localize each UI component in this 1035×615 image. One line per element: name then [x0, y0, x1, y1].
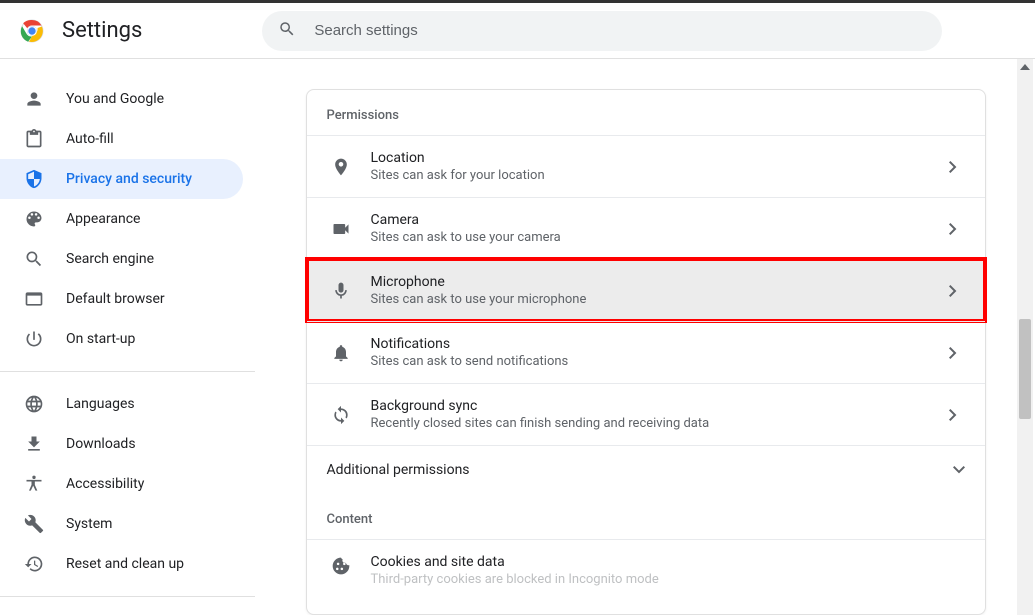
location-icon — [327, 157, 355, 177]
permission-title: Camera — [371, 212, 949, 228]
sidebar-item-extensions[interactable]: Extensions — [0, 609, 255, 615]
permission-subtitle: Recently closed sites can finish sending… — [371, 416, 949, 431]
sidebar-item-label: Reset and clean up — [66, 556, 184, 572]
permission-row-background-sync[interactable]: Background sync Recently closed sites ca… — [307, 383, 985, 445]
sidebar-item-label: Languages — [66, 396, 135, 412]
permission-row-location[interactable]: Location Sites can ask for your location — [307, 135, 985, 197]
header-bar: Settings — [0, 3, 1035, 59]
accessibility-icon — [24, 474, 44, 494]
chevron-down-icon — [953, 462, 965, 478]
permission-subtitle: Sites can ask to use your microphone — [371, 292, 949, 307]
clipboard-icon — [24, 129, 44, 149]
person-icon — [24, 89, 44, 109]
permission-row-microphone[interactable]: Microphone Sites can ask to use your mic… — [307, 259, 985, 321]
vertical-scrollbar[interactable] — [1017, 59, 1033, 615]
permission-row-notifications[interactable]: Notifications Sites can ask to send noti… — [307, 321, 985, 383]
microphone-icon — [327, 281, 355, 301]
permission-title: Location — [371, 150, 949, 166]
permission-title: Microphone — [371, 274, 949, 290]
permission-subtitle: Sites can ask to use your camera — [371, 230, 949, 245]
sidebar-item-label: Accessibility — [66, 476, 144, 492]
sidebar-item-privacy-security[interactable]: Privacy and security — [0, 159, 243, 199]
page-title: Settings — [62, 18, 142, 43]
sidebar-item-label: Search engine — [66, 251, 154, 267]
camera-icon — [327, 219, 355, 239]
sidebar-item-label: System — [66, 516, 112, 532]
content-row-title: Cookies and site data — [371, 554, 965, 570]
chevron-right-icon — [949, 347, 965, 359]
scrollbar-thumb[interactable] — [1019, 319, 1031, 419]
permission-row-camera[interactable]: Camera Sites can ask to use your camera — [307, 197, 985, 259]
permission-subtitle: Sites can ask to send notifications — [371, 354, 949, 369]
search-container[interactable] — [262, 11, 942, 51]
chevron-right-icon — [949, 285, 965, 297]
sidebar-item-downloads[interactable]: Downloads — [0, 424, 243, 464]
shield-icon — [24, 169, 44, 189]
sidebar-item-label: Default browser — [66, 291, 165, 307]
download-icon — [24, 434, 44, 454]
sidebar-divider — [0, 371, 255, 372]
cookie-icon — [327, 556, 355, 576]
globe-icon — [24, 394, 44, 414]
permissions-section-header: Permissions — [307, 90, 985, 135]
sidebar-nav: You and Google Auto-fill Privacy and sec… — [0, 59, 256, 615]
permission-title: Notifications — [371, 336, 949, 352]
content-row-subtitle: Third-party cookies are blocked in Incog… — [371, 572, 965, 587]
content-section-header: Content — [307, 494, 985, 539]
palette-icon — [24, 209, 44, 229]
main-content-area: Permissions Location Sites can ask for y… — [256, 59, 1035, 615]
sidebar-divider — [0, 596, 255, 597]
additional-permissions-row[interactable]: Additional permissions — [307, 445, 985, 494]
chrome-logo-icon — [20, 19, 44, 43]
browser-icon — [24, 289, 44, 309]
sidebar-item-auto-fill[interactable]: Auto-fill — [0, 119, 243, 159]
sidebar-item-label: Privacy and security — [66, 171, 192, 187]
chevron-right-icon — [949, 161, 965, 173]
sidebar-item-languages[interactable]: Languages — [0, 384, 243, 424]
search-icon — [24, 249, 44, 269]
permission-subtitle: Sites can ask for your location — [371, 168, 949, 183]
sidebar-item-label: Auto-fill — [66, 131, 114, 147]
sidebar-item-label: You and Google — [66, 91, 164, 107]
scroll-up-arrow-icon[interactable] — [1017, 59, 1033, 75]
bell-icon — [327, 343, 355, 363]
sidebar-item-reset-cleanup[interactable]: Reset and clean up — [0, 544, 243, 584]
chevron-right-icon — [949, 409, 965, 421]
power-icon — [24, 329, 44, 349]
permission-title: Background sync — [371, 398, 949, 414]
sidebar-item-label: Appearance — [66, 211, 140, 227]
sync-icon — [327, 405, 355, 425]
search-icon — [278, 20, 314, 42]
sidebar-item-label: Downloads — [66, 436, 136, 452]
sidebar-item-appearance[interactable]: Appearance — [0, 199, 243, 239]
wrench-icon — [24, 514, 44, 534]
restore-icon — [24, 554, 44, 574]
sidebar-item-on-startup[interactable]: On start-up — [0, 319, 243, 359]
sidebar-item-system[interactable]: System — [0, 504, 243, 544]
sidebar-item-label: On start-up — [66, 331, 135, 347]
sidebar-item-default-browser[interactable]: Default browser — [0, 279, 243, 319]
content-row-cookies[interactable]: Cookies and site data Third-party cookie… — [307, 539, 985, 587]
additional-permissions-label: Additional permissions — [327, 462, 470, 478]
sidebar-item-accessibility[interactable]: Accessibility — [0, 464, 243, 504]
settings-panel: Permissions Location Sites can ask for y… — [306, 89, 986, 615]
search-input[interactable] — [314, 22, 926, 39]
sidebar-item-you-google[interactable]: You and Google — [0, 79, 243, 119]
chevron-right-icon — [949, 223, 965, 235]
sidebar-item-search-engine[interactable]: Search engine — [0, 239, 243, 279]
